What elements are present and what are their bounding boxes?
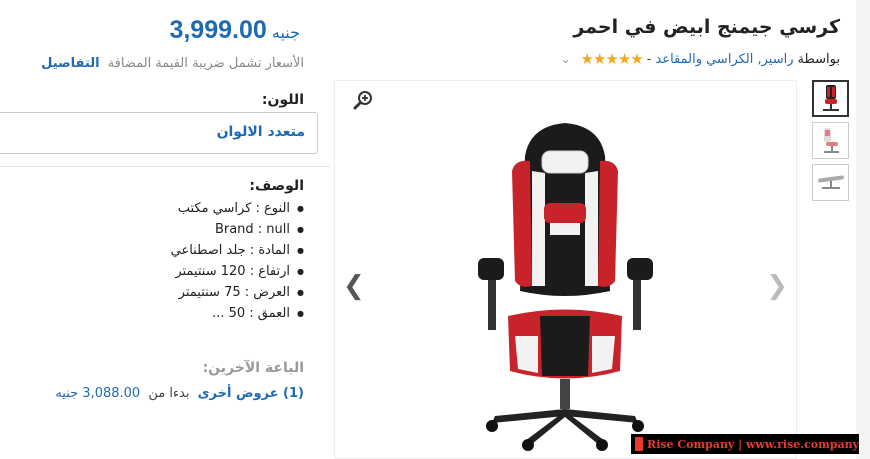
vat-note: الأسعار تشمل ضريبة القيمة المضافة (107, 56, 304, 71)
list-item: النوع : كراسي مكتب (171, 198, 304, 219)
list-item: Brand : null (171, 219, 304, 240)
other-sellers-label: الباعة الآخرين: (202, 360, 304, 376)
company-logo-icon (635, 437, 644, 451)
product-title: كرسي جيمنج ابيض في احمر (573, 16, 840, 38)
chevron-left-icon[interactable]: ❮ (343, 271, 365, 301)
magnifier-plus-icon[interactable] (353, 89, 375, 111)
thumbnail-3[interactable] (812, 164, 849, 201)
thumbnail-1[interactable] (812, 80, 849, 117)
by-label: بواسطة (797, 51, 840, 67)
watermark: Rise Company | www.rise.company (631, 434, 859, 454)
chair-side-thumb-icon (823, 127, 839, 153)
list-item: العرض : 75 سنتيمتر (171, 282, 304, 303)
starting-price: 3,088.00 جنيه (55, 386, 141, 401)
vat-details-link[interactable]: التفاصيل (41, 56, 99, 71)
color-option-selected[interactable]: متعدد الالوان (0, 112, 318, 154)
product-image (478, 123, 653, 451)
watermark-text: Rise Company | www.rise.company (647, 437, 859, 451)
chair-reclined-thumb-icon (817, 174, 844, 189)
vat-row: الأسعار تشمل ضريبة القيمة المضافة التفاص… (41, 56, 304, 71)
description-label: الوصف: (249, 178, 304, 194)
thumbnail-strip (812, 80, 850, 206)
list-item: العمق : 50 ... (171, 303, 304, 324)
divider (0, 166, 330, 167)
other-offers-link[interactable]: (1) عروض أخرى (198, 386, 304, 401)
price-row: جنيه 3,999.00 (169, 16, 304, 45)
product-image-gallery[interactable]: ❮ ❯ (334, 80, 797, 459)
color-label: اللون: (261, 92, 304, 108)
starting-from-label: بدءا من (148, 386, 190, 401)
price-currency: جنيه (271, 23, 300, 42)
chevron-right-icon[interactable]: ❯ (766, 271, 788, 301)
description-list: النوع : كراسي مكتب Brand : null المادة :… (171, 198, 304, 324)
chair-thumb-icon (822, 84, 839, 111)
chevron-down-icon[interactable]: ⌄ (560, 52, 570, 66)
list-item: المادة : جلد اصطناعي (171, 240, 304, 261)
byline: بواسطة راسير, الكراسي والمقاعد - ★★★★★ ⌄ (560, 50, 840, 68)
product-page: كرسي جيمنج ابيض في احمر بواسطة راسير, ال… (0, 0, 856, 459)
price-amount: 3,999.00 (169, 16, 267, 44)
byline-dash: - (646, 51, 652, 67)
other-offers-row: (1) عروض أخرى بدءا من 3,088.00 جنيه (55, 386, 304, 401)
list-item: ارتفاع : 120 سنتيمتر (171, 261, 304, 282)
thumbnail-2[interactable] (812, 122, 849, 159)
rating-stars[interactable]: ★★★★★ (581, 50, 644, 68)
brand-link[interactable]: راسير, الكراسي والمقاعد (655, 52, 793, 67)
